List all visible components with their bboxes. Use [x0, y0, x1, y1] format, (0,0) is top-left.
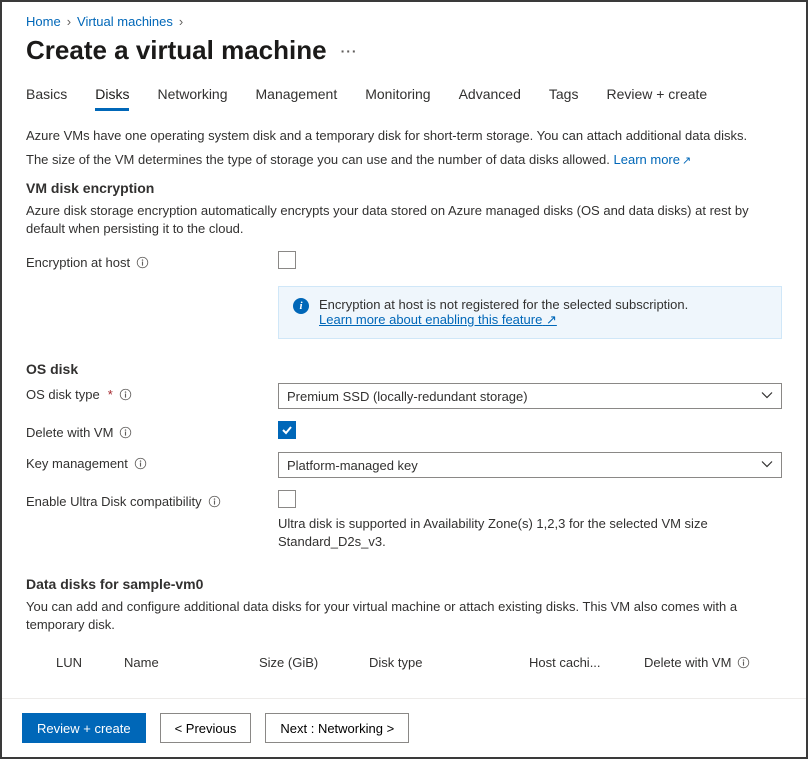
col-name: Name — [124, 655, 259, 670]
intro-line2: The size of the VM determines the type o… — [26, 151, 782, 169]
review-create-button[interactable]: Review + create — [22, 713, 146, 743]
info-icon[interactable] — [737, 656, 750, 669]
os-disk-type-value: Premium SSD (locally-redundant storage) — [287, 389, 528, 404]
tab-monitoring[interactable]: Monitoring — [365, 86, 430, 111]
page-title: Create a virtual machine — [26, 35, 327, 66]
encryption-info-message: Encryption at host is not registered for… — [319, 297, 688, 312]
section-datadisks-desc: You can add and configure additional dat… — [26, 598, 782, 636]
chevron-right-icon: › — [67, 14, 71, 29]
encryption-info-banner: i Encryption at host is not registered f… — [278, 286, 782, 339]
key-management-label: Key management — [26, 456, 128, 471]
tab-tags[interactable]: Tags — [549, 86, 579, 111]
ultra-disk-checkbox[interactable] — [278, 490, 296, 508]
breadcrumb: Home › Virtual machines › — [26, 14, 782, 29]
chevron-right-icon: › — [179, 14, 183, 29]
tab-networking[interactable]: Networking — [157, 86, 227, 111]
delete-with-vm-checkbox[interactable] — [278, 421, 296, 439]
col-delete: Delete with VM — [644, 655, 731, 670]
next-button[interactable]: Next : Networking > — [265, 713, 409, 743]
breadcrumb-vms[interactable]: Virtual machines — [77, 14, 173, 29]
tab-review[interactable]: Review + create — [606, 86, 707, 111]
ultra-disk-label: Enable Ultra Disk compatibility — [26, 494, 202, 509]
os-disk-type-label: OS disk type — [26, 387, 100, 402]
external-link-icon: ↗ — [682, 155, 691, 167]
info-icon[interactable] — [119, 388, 132, 401]
section-encryption-heading: VM disk encryption — [26, 180, 782, 196]
more-actions-icon[interactable]: ··· — [341, 43, 358, 59]
delete-with-vm-label: Delete with VM — [26, 425, 113, 440]
col-cache: Host cachi... — [529, 655, 644, 670]
encryption-info-link[interactable]: Learn more about enabling this feature ↗ — [319, 312, 557, 327]
tabs: Basics Disks Networking Management Monit… — [26, 86, 782, 111]
encryption-at-host-label: Encryption at host — [26, 255, 130, 270]
info-icon[interactable] — [136, 256, 149, 269]
chevron-down-icon — [761, 458, 773, 473]
info-icon[interactable] — [119, 426, 132, 439]
section-datadisks-heading: Data disks for sample-vm0 — [26, 576, 782, 592]
key-management-value: Platform-managed key — [287, 458, 418, 473]
chevron-down-icon — [761, 389, 773, 404]
previous-button[interactable]: < Previous — [160, 713, 252, 743]
col-lun: LUN — [56, 655, 124, 670]
info-icon[interactable] — [134, 457, 147, 470]
external-link-icon: ↗ — [546, 312, 557, 327]
section-osdisk-heading: OS disk — [26, 361, 782, 377]
tab-management[interactable]: Management — [256, 86, 338, 111]
ultra-disk-helptext: Ultra disk is supported in Availability … — [278, 515, 782, 551]
col-type: Disk type — [369, 655, 529, 670]
tab-disks[interactable]: Disks — [95, 86, 129, 111]
section-encryption-desc: Azure disk storage encryption automatica… — [26, 202, 782, 240]
info-icon: i — [293, 298, 309, 314]
breadcrumb-home[interactable]: Home — [26, 14, 61, 29]
tab-basics[interactable]: Basics — [26, 86, 67, 111]
footer: Review + create < Previous Next : Networ… — [2, 698, 806, 757]
tab-advanced[interactable]: Advanced — [459, 86, 521, 111]
os-disk-type-select[interactable]: Premium SSD (locally-redundant storage) — [278, 383, 782, 409]
col-size: Size (GiB) — [259, 655, 369, 670]
key-management-select[interactable]: Platform-managed key — [278, 452, 782, 478]
info-icon[interactable] — [208, 495, 221, 508]
datadisk-table-header: LUN Name Size (GiB) Disk type Host cachi… — [26, 647, 782, 678]
learn-more-link[interactable]: Learn more↗ — [614, 152, 692, 167]
intro-line1: Azure VMs have one operating system disk… — [26, 127, 782, 145]
encryption-at-host-checkbox[interactable] — [278, 251, 296, 269]
required-indicator: * — [108, 387, 113, 402]
